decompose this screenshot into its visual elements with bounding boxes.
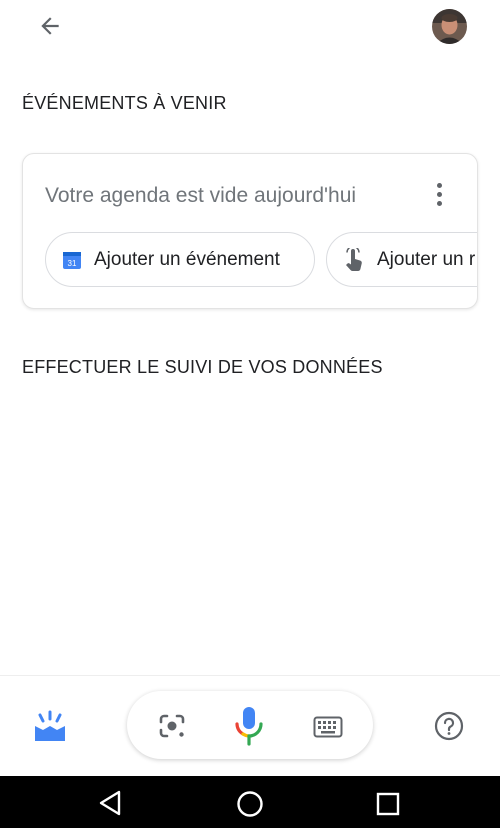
more-vert-dot <box>436 191 442 197</box>
system-nav-bar <box>0 776 500 828</box>
nav-home-button[interactable] <box>236 790 264 818</box>
arrow-back-icon <box>41 17 59 35</box>
agenda-card-title: Votre agenda est vide aujourd'hui <box>45 184 357 207</box>
add-event-label: Ajouter un événement <box>94 248 280 270</box>
nav-back-icon <box>99 790 121 816</box>
nav-home-icon <box>237 791 263 817</box>
upcoming-events-heading: ÉVÉNEMENTS À VENIR <box>22 93 227 113</box>
assistant-screen: ÉVÉNEMENTS À VENIR Votre agenda est vide… <box>0 0 500 828</box>
nav-recents-button[interactable] <box>376 792 400 816</box>
track-data-heading: EFFECTUER LE SUIVI DE VOS DONNÉES <box>22 357 383 377</box>
more-vert-dot <box>436 200 442 206</box>
avatar[interactable] <box>432 9 467 44</box>
keyboard-icon <box>313 716 343 738</box>
nav-recents-icon <box>376 792 400 816</box>
add-event-chip[interactable]: 31 Ajouter un événement <box>45 232 315 287</box>
mic-icon <box>235 707 263 746</box>
input-pill <box>127 691 373 759</box>
snapshot-icon <box>35 710 65 741</box>
snapshot-button[interactable] <box>32 710 68 744</box>
more-vert-icon <box>436 182 442 188</box>
assistant-bottom-bar <box>0 675 500 776</box>
help-icon <box>434 711 464 741</box>
more-options-button[interactable] <box>425 178 453 210</box>
add-reminder-label: Ajouter un r <box>377 248 476 270</box>
user-avatar-icon <box>432 9 467 44</box>
nav-back-button[interactable] <box>97 789 125 817</box>
calendar-icon-date: 31 <box>68 259 77 268</box>
mic-button[interactable] <box>230 705 268 747</box>
back-button[interactable] <box>30 8 70 44</box>
calendar-icon: 31 <box>63 251 81 269</box>
keyboard-button[interactable] <box>313 716 343 738</box>
lens-button[interactable] <box>157 712 187 740</box>
add-reminder-chip[interactable]: Ajouter un r <box>326 232 477 287</box>
agenda-card: Votre agenda est vide aujourd'hui 31 Ajo… <box>22 153 478 309</box>
lens-icon <box>159 714 185 738</box>
touch-icon <box>346 247 362 271</box>
help-button[interactable] <box>434 711 464 741</box>
